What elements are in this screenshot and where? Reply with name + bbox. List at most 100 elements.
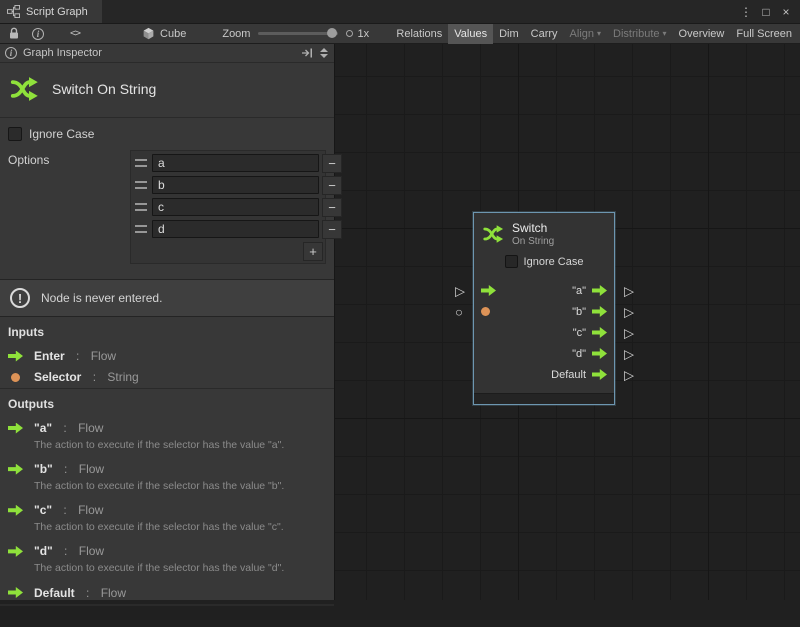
code-view-button[interactable]: <> (64, 24, 86, 44)
inspector-header: i Graph Inspector (0, 44, 334, 63)
drag-handle-icon[interactable] (135, 225, 147, 233)
flow-port-icon (8, 464, 23, 475)
flow-port-icon (8, 587, 23, 598)
option-input[interactable] (152, 154, 319, 172)
selector-port-icon[interactable] (481, 307, 490, 316)
window-menu-icon[interactable]: ⋮ (736, 2, 756, 22)
ignore-case-checkbox[interactable] (8, 127, 22, 141)
toolbar-button-relations[interactable]: Relations (390, 24, 448, 44)
remove-option-button[interactable]: − (322, 154, 342, 173)
port-name: "b" (34, 462, 53, 476)
node-ignore-case-checkbox[interactable] (505, 255, 518, 268)
port-type: Flow (78, 421, 103, 435)
drag-handle-icon[interactable] (135, 159, 147, 167)
option-input[interactable] (152, 198, 319, 216)
output-entry: Default : Flow (0, 583, 334, 604)
zoom-slider-handle[interactable] (327, 28, 337, 38)
switch-on-string-node[interactable]: Switch On String Ignore Case ▷ "a" ▷ ○ (473, 212, 615, 405)
inspector-footer (0, 606, 334, 627)
output-port-icon[interactable] (592, 306, 607, 317)
port-name: "a" (34, 421, 52, 435)
close-icon[interactable]: × (776, 2, 796, 22)
graph-object-selector[interactable]: Cube (136, 24, 192, 44)
flow-connect-triangle-icon[interactable]: ▷ (624, 284, 634, 297)
ignore-case-row: Ignore Case (8, 127, 326, 141)
graph-canvas[interactable]: Switch On String Ignore Case ▷ "a" ▷ ○ (335, 44, 800, 600)
port-name: Enter (34, 349, 65, 363)
node-port-label: "b" (572, 306, 586, 318)
chevron-down-icon: ▾ (597, 29, 601, 38)
enter-port-icon[interactable] (481, 285, 496, 296)
flow-connect-triangle-icon[interactable]: ▷ (624, 368, 634, 381)
port-description: The action to execute if the selector ha… (34, 521, 324, 534)
switch-icon (482, 223, 504, 245)
graph-object-label: Cube (160, 28, 186, 40)
dock-inspector-icon[interactable] (301, 47, 313, 59)
flow-connect-triangle-icon[interactable]: ▷ (455, 284, 465, 297)
port-name: Default (34, 586, 75, 600)
node-title: Switch (512, 221, 554, 235)
button-label: Full Screen (736, 28, 792, 40)
add-option-button[interactable]: + (303, 242, 323, 261)
remove-option-button[interactable]: − (322, 198, 342, 217)
options-label: Options (8, 150, 49, 167)
warning-box: ! Node is never entered. (0, 279, 334, 317)
port-description: The action to execute if the selector ha… (34, 439, 324, 452)
output-port-icon[interactable] (592, 348, 607, 359)
chevron-down-icon: ▾ (663, 29, 667, 38)
zoom-reset-button[interactable]: 1x (346, 28, 369, 40)
options-field: Options − − − (8, 150, 326, 264)
button-label: Relations (396, 28, 442, 40)
remove-option-button[interactable]: − (322, 220, 342, 239)
option-row: − (133, 218, 323, 240)
option-input[interactable] (152, 220, 319, 238)
flow-connect-triangle-icon[interactable]: ▷ (624, 305, 634, 318)
toolbar-button-align[interactable]: Align ▾ (564, 24, 607, 44)
output-entry: "a" : Flow (0, 418, 334, 439)
output-port-icon[interactable] (592, 369, 607, 380)
input-entry: Selector : String (0, 367, 334, 388)
port-row: ○ "b" ▷ (474, 301, 614, 322)
flow-connect-triangle-icon[interactable]: ▷ (624, 347, 634, 360)
node-subtitle: On String (512, 236, 554, 247)
toolbar-button-values[interactable]: Values (448, 24, 493, 44)
info-icon: i (32, 28, 44, 40)
flow-connect-triangle-icon[interactable]: ▷ (624, 326, 634, 339)
tab-script-graph[interactable]: Script Graph (0, 0, 102, 23)
port-description: The action to execute if the selector ha… (34, 480, 324, 493)
graph-inspector-panel: i Graph Inspector Switch On String Ignor… (0, 44, 335, 600)
output-port-icon[interactable] (592, 327, 607, 338)
toolbar-button-overview[interactable]: Overview (673, 24, 731, 44)
flow-port-icon (8, 423, 23, 434)
node-ignore-case-row: Ignore Case (474, 252, 614, 274)
drag-handle-icon[interactable] (135, 181, 147, 189)
output-port-icon[interactable] (592, 285, 607, 296)
node-port-label: "d" (572, 348, 586, 360)
inspector-toggle-button[interactable]: i (26, 24, 50, 44)
drag-handle-icon[interactable] (135, 203, 147, 211)
maximize-icon[interactable]: □ (756, 2, 776, 22)
toolbar-button-carry[interactable]: Carry (525, 24, 564, 44)
toolbar-button-dim[interactable]: Dim (493, 24, 525, 44)
port-row: ▷ "a" ▷ (474, 280, 614, 301)
info-icon: i (5, 47, 17, 59)
toolbar-button-full-screen[interactable]: Full Screen (730, 24, 798, 44)
scroll-spinner-icon[interactable] (319, 47, 329, 59)
window-controls: ⋮ □ × (736, 0, 800, 23)
ignore-case-label: Ignore Case (29, 127, 94, 141)
port-type: Flow (91, 349, 116, 363)
remove-option-button[interactable]: − (322, 176, 342, 195)
port-name: Selector (34, 370, 81, 384)
toolbar-button-distribute[interactable]: Distribute ▾ (607, 24, 672, 44)
zoom-slider[interactable] (258, 32, 338, 35)
button-label: Overview (679, 28, 725, 40)
port-name: "d" (34, 544, 53, 558)
separator: : (89, 370, 99, 384)
separator: : (60, 503, 70, 517)
option-row: − (133, 196, 323, 218)
button-label: Dim (499, 28, 519, 40)
option-input[interactable] (152, 176, 319, 194)
value-connect-circle-icon[interactable]: ○ (455, 305, 463, 318)
inspector-title-block: Switch On String (0, 63, 334, 117)
lock-button[interactable] (2, 24, 26, 44)
